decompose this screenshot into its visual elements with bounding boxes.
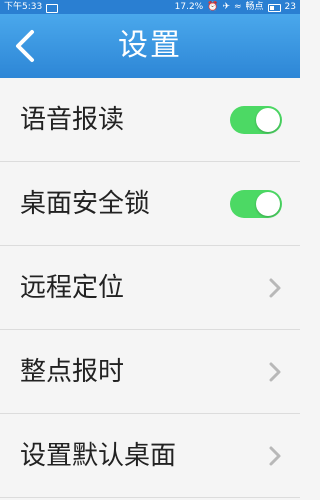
desktop-lock-toggle[interactable] [230, 190, 282, 218]
status-clock-right: 23 [284, 2, 296, 12]
setting-remote-location[interactable]: 远程定位 [0, 246, 300, 330]
setting-voice-readout[interactable]: 语音报读 [0, 78, 300, 162]
title-bar: 设置 [0, 14, 300, 78]
carrier-label: 畅点 [245, 2, 264, 12]
setting-label: 桌面安全锁 [20, 189, 151, 219]
page-title: 设置 [118, 28, 182, 63]
signal-icon: ≈ [233, 2, 242, 12]
setting-label: 远程定位 [20, 273, 125, 303]
status-time: 下午5:33 [4, 2, 43, 12]
status-bar-left: 下午5:33 [4, 0, 59, 14]
status-bar: 下午5:33 17.2% ⏰ ✈ ≈ 畅点 23 [0, 0, 300, 14]
message-icon [46, 3, 59, 13]
setting-default-desktop[interactable]: 设置默认桌面 [0, 414, 300, 498]
chevron-right-icon [269, 362, 281, 382]
chevron-right-icon [269, 278, 281, 298]
chevron-right-icon [269, 446, 281, 466]
status-bar-right: 17.2% ⏰ ✈ ≈ 畅点 23 [175, 0, 296, 14]
setting-label: 设置默认桌面 [20, 441, 177, 471]
setting-label: 整点报时 [20, 357, 125, 387]
airplane-icon: ✈ [222, 2, 230, 12]
alarm-icon: ⏰ [207, 2, 219, 12]
toggle-knob [256, 192, 280, 216]
setting-label: 语音报读 [20, 105, 125, 135]
settings-list: 语音报读 桌面安全锁 远程定位 整点报时 设置默认桌面 [0, 78, 300, 498]
battery-percent: 17.2% [174, 2, 204, 12]
toggle-knob [256, 108, 280, 132]
setting-hourly-chime[interactable]: 整点报时 [0, 330, 300, 414]
voice-readout-toggle[interactable] [230, 106, 282, 134]
setting-desktop-lock[interactable]: 桌面安全锁 [0, 162, 300, 246]
battery-icon [267, 4, 281, 12]
